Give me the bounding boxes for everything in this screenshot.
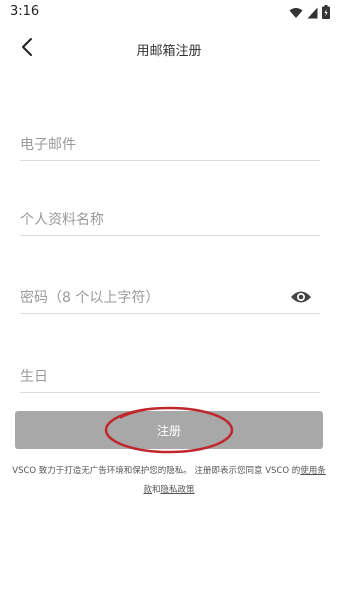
register-button-label: 注册 xyxy=(156,423,181,438)
wifi-icon xyxy=(289,4,303,23)
privacy-policy-link[interactable]: 隐私政策 xyxy=(161,485,195,495)
password-field[interactable] xyxy=(20,285,320,311)
status-time: 3:16 xyxy=(10,4,40,19)
profile-name-field[interactable] xyxy=(20,207,320,233)
birthday-field[interactable] xyxy=(20,364,320,390)
signal-icon xyxy=(307,4,318,23)
email-field-container xyxy=(20,132,320,161)
terms-and: 和 xyxy=(151,485,161,495)
battery-icon xyxy=(322,4,330,23)
profile-name-field-container xyxy=(20,207,320,236)
show-password-button[interactable] xyxy=(288,287,314,309)
status-bar: 3:16 xyxy=(0,0,338,26)
terms-text: VSCO 致力于打造无广告环境和保护您的隐私。 注册即表示您同意 VSCO 的使… xyxy=(10,462,328,500)
eye-icon xyxy=(290,289,312,308)
email-field[interactable] xyxy=(20,132,320,158)
terms-prefix: VSCO 致力于打造无广告环境和保护您的隐私。 注册即表示您同意 VSCO 的 xyxy=(12,466,301,476)
birthday-field-container xyxy=(20,364,320,393)
status-icons xyxy=(289,4,330,23)
page-title: 用邮箱注册 xyxy=(136,44,202,59)
password-field-container xyxy=(20,285,320,314)
register-button[interactable]: 注册 xyxy=(15,411,323,449)
nav-bar: 用邮箱注册 xyxy=(0,28,338,70)
